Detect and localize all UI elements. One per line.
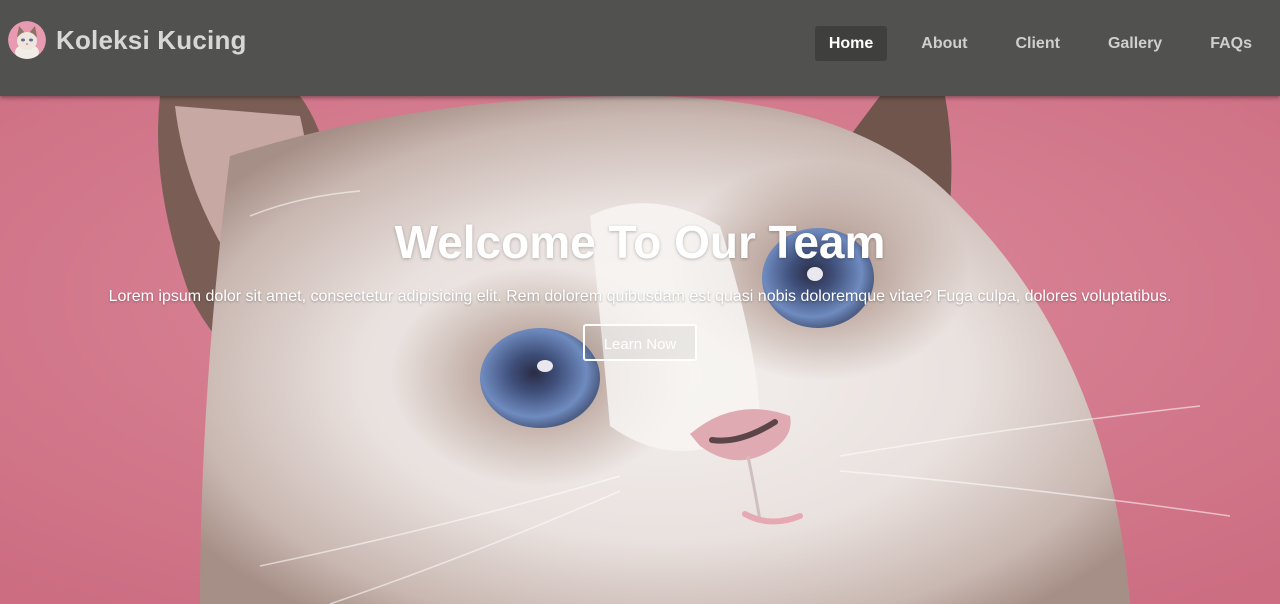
hero-section: Welcome To Our Team Lorem ipsum dolor si… [0, 96, 1280, 604]
nav-faqs[interactable]: FAQs [1196, 26, 1266, 61]
brand-name: Koleksi Kucing [56, 24, 247, 55]
nav-about[interactable]: About [907, 26, 981, 61]
cat-logo-icon [8, 21, 46, 59]
nav-home[interactable]: Home [814, 26, 888, 61]
learn-now-button[interactable]: Learn Now [583, 324, 697, 361]
main-nav: Home About Client Gallery FAQs [795, 26, 1266, 61]
hero-description: Lorem ipsum dolor sit amet, consectetur … [108, 288, 1172, 305]
nav-client[interactable]: Client [1001, 26, 1073, 61]
brand-link[interactable]: Koleksi Kucing [8, 21, 247, 59]
hero-content: Welcome To Our Team Lorem ipsum dolor si… [0, 208, 1280, 361]
navbar: Koleksi Kucing Home About Client Gallery… [0, 0, 1280, 96]
hero-title: Welcome To Our Team [394, 216, 886, 268]
nav-gallery[interactable]: Gallery [1094, 26, 1176, 61]
